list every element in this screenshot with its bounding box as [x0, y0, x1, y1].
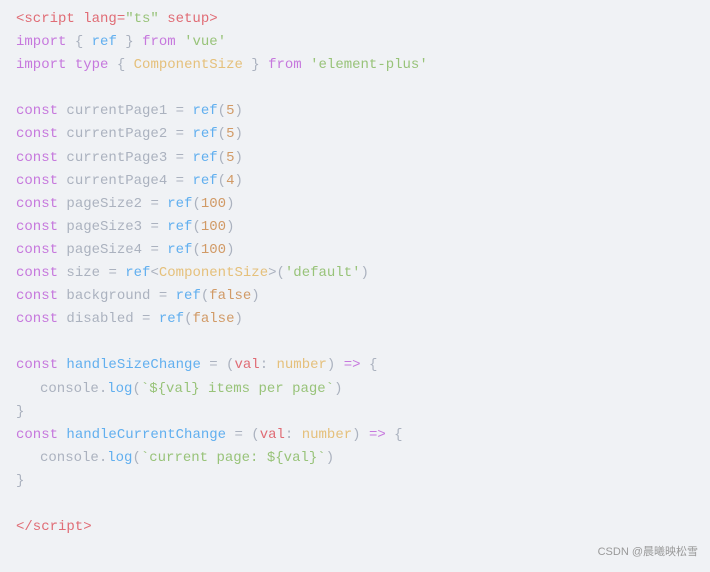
- watermark: CSDN @晨曦映松雪: [598, 544, 698, 562]
- code-line: [0, 77, 710, 100]
- code-line: const currentPage1 = ref(5): [0, 100, 710, 123]
- code-line: import type { ComponentSize } from 'elem…: [0, 54, 710, 77]
- code-line: const currentPage4 = ref(4): [0, 170, 710, 193]
- code-line: const handleSizeChange = (val: number) =…: [0, 354, 710, 377]
- code-line: [0, 493, 710, 516]
- code-line: console.log(`current page: ${val}`): [0, 447, 710, 470]
- code-line: const currentPage3 = ref(5): [0, 147, 710, 170]
- code-line: const handleCurrentChange = (val: number…: [0, 424, 710, 447]
- code-line: }: [0, 401, 710, 424]
- code-line: console.log(`${val} items per page`): [0, 378, 710, 401]
- code-line: <script lang="ts" setup>: [0, 8, 710, 31]
- code-line: [0, 331, 710, 354]
- code-container: <script lang="ts" setup> import { ref } …: [0, 0, 710, 572]
- keyword-token: import: [16, 34, 66, 50]
- code-line: const pageSize3 = ref(100): [0, 216, 710, 239]
- code-line: import { ref } from 'vue': [0, 31, 710, 54]
- code-line: const background = ref(false): [0, 285, 710, 308]
- tag-token: <script lang="ts" setup>: [16, 11, 218, 27]
- code-line: </script>: [0, 516, 710, 539]
- code-line: const disabled = ref(false): [0, 308, 710, 331]
- code-line: const size = ref<ComponentSize>('default…: [0, 262, 710, 285]
- code-line: const pageSize2 = ref(100): [0, 193, 710, 216]
- code-line: const pageSize4 = ref(100): [0, 239, 710, 262]
- code-line: }: [0, 470, 710, 493]
- code-line: const currentPage2 = ref(5): [0, 123, 710, 146]
